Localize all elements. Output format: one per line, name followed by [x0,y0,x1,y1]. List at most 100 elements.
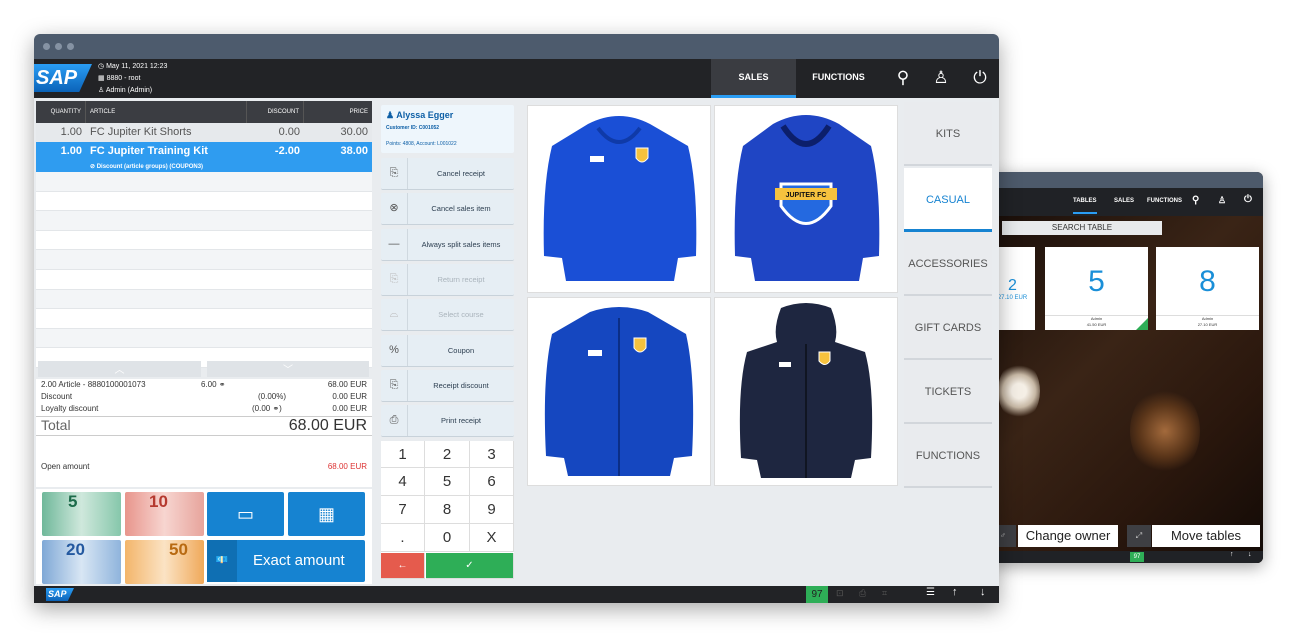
keypad: 1 2 3 4 5 6 7 8 9 . 0 X ← ✓ [381,441,514,579]
key-7[interactable]: 7 [381,496,425,524]
power-icon[interactable]: ⏻ [969,68,991,88]
col-quantity: QUANTITY [36,101,86,123]
key-5[interactable]: 5 [425,468,470,496]
points-icon: ⚭ [218,380,226,389]
receipt-discount-button[interactable]: ⎘ Receipt discount [381,370,514,402]
table-header: QUANTITY ARTICLE DISCOUNT PRICE [36,101,372,123]
key-dot[interactable]: . [381,524,425,552]
footer-bar: SAP 97 ⊡ ⎙ ⌗ ☰ ↑ ↓ [34,586,999,603]
printer-status-icon: ⎙ [859,588,867,598]
key-3[interactable]: 3 [470,441,514,468]
user-icon[interactable]: ♙ [1218,195,1226,206]
key-6[interactable]: 6 [470,468,514,496]
table-card[interactable]: 5 Admin 41.50 EUR [1045,247,1148,330]
customer-name: Alyssa Egger [396,110,454,120]
scroll-down-button[interactable]: ﹀ [207,361,369,377]
other-payment-button[interactable]: ▦ [288,492,365,536]
drawer-icon: ⌗ [882,588,888,598]
backspace-button[interactable]: ← [381,553,425,579]
key-0[interactable]: 0 [425,524,470,552]
category-casual[interactable]: CASUAL [904,168,992,232]
arrow-up-icon[interactable]: ↑ [952,586,958,598]
search-table-field[interactable]: SEARCH TABLE [1002,221,1162,235]
discount-tag-icon: ⊘ [90,164,97,170]
database-icon[interactable]: ☰ [926,587,935,598]
credit-card-icon: ▭ [236,504,254,524]
key-clear[interactable]: X [470,524,514,552]
lock-icon: ⊡ [836,588,844,598]
tab-tables[interactable]: TABLES [1073,198,1097,214]
print-receipt-button[interactable]: ⎙ Print receipt [381,405,514,437]
arrow-down-icon[interactable]: ↓ [1248,551,1252,558]
key-2[interactable]: 2 [425,441,470,468]
coupon-button[interactable]: % Coupon [381,335,514,367]
banknote-5[interactable]: 5 [42,492,121,536]
header-bar: SAP ◷ May 11, 2021 12:23 ▦ 8880 - root ♙… [34,59,999,98]
banknote-10[interactable]: 10 [125,492,204,536]
customer-card[interactable]: ♟ Alyssa Egger Customer ID: C001052 Poin… [381,105,514,153]
footer-bar: 97 ↑ ↓ [990,551,1263,563]
store-label: 8880 - root [106,75,141,82]
arrow-down-icon[interactable]: ↓ [980,586,986,598]
exact-amount-button[interactable]: 💶 Exact amount [207,540,365,582]
category-functions[interactable]: FUNCTIONS [904,424,992,488]
split-icon: — [381,229,408,260]
search-icon[interactable]: ⚲ [1192,195,1199,206]
total-label: Total [41,417,71,433]
datetime: May 11, 2021 12:23 [106,63,168,70]
key-4[interactable]: 4 [381,468,425,496]
cancel-receipt-icon: ⎘ [381,158,408,189]
footer-counter: 97 [1130,552,1144,562]
col-article: ARTICLE [86,101,247,123]
tab-functions[interactable]: FUNCTIONS [1147,198,1182,204]
always-split-button[interactable]: — Always split sales items [381,229,514,261]
card-payment-button[interactable]: ▭ [207,492,284,536]
empty-rows [36,172,372,368]
user-small-icon: ♙ [98,87,106,94]
table-row-selected[interactable]: 1.00 FC Jupiter Training Kit ⊘ Discount (… [36,142,372,172]
move-tables-button[interactable]: Move tables [1152,525,1260,547]
key-9[interactable]: 9 [470,496,514,524]
window-close-dot[interactable] [43,43,50,50]
decor-orchid [998,361,1040,421]
arrow-up-icon[interactable]: ↑ [1230,551,1234,558]
table-row[interactable]: 1.00 FC Jupiter Kit Shorts 0.00 30.00 [36,123,372,142]
tab-functions[interactable]: FUNCTIONS [796,59,881,98]
product-tile[interactable]: JUPITER FC [714,105,898,293]
person-icon: ♟ [386,110,397,120]
hoodie-image: JUPITER FC [734,115,880,281]
return-receipt-button: ⎘ Return receipt [381,264,514,296]
product-tile[interactable] [527,297,711,486]
category-tickets[interactable]: TICKETS [904,360,992,424]
printer-icon: ⎙ [381,405,408,436]
power-icon[interactable]: ⏻ [1244,194,1252,205]
banknote-20[interactable]: 20 [42,540,121,584]
window-minimize-dot[interactable] [55,43,62,50]
window-titlebar [990,172,1263,188]
table-card[interactable]: 8 Admin 27.10 EUR [1156,247,1259,330]
change-owner-button[interactable]: Change owner [1018,525,1118,547]
user-label: Admin (Admin) [105,87,153,94]
user-icon[interactable]: ♙ [930,68,952,88]
search-icon[interactable]: ⚲ [892,68,914,88]
decor-lamp [1130,386,1200,476]
product-badge: JUPITER FC [786,192,827,199]
key-8[interactable]: 8 [425,496,470,524]
category-gift-cards[interactable]: GIFT CARDS [904,296,992,360]
banknote-50[interactable]: 50 [125,540,204,584]
category-kits[interactable]: KITS [904,102,992,166]
key-1[interactable]: 1 [381,441,425,468]
cancel-receipt-button[interactable]: ⎘ Cancel receipt [381,158,514,190]
points-icon: ⚭) [272,404,282,413]
scroll-up-button[interactable]: ︿ [38,361,201,377]
window-titlebar [34,34,999,59]
cancel-sales-item-button[interactable]: ⊗ Cancel sales item [381,193,514,225]
category-accessories[interactable]: ACCESSORIES [904,232,992,296]
tab-sales[interactable]: SALES [711,59,796,98]
product-tile[interactable] [527,105,711,293]
window-zoom-dot[interactable] [67,43,74,50]
confirm-button[interactable]: ✓ [426,553,514,579]
sap-logo-small: SAP [46,588,74,601]
tab-sales[interactable]: SALES [1114,198,1134,204]
product-tile[interactable] [714,297,898,486]
